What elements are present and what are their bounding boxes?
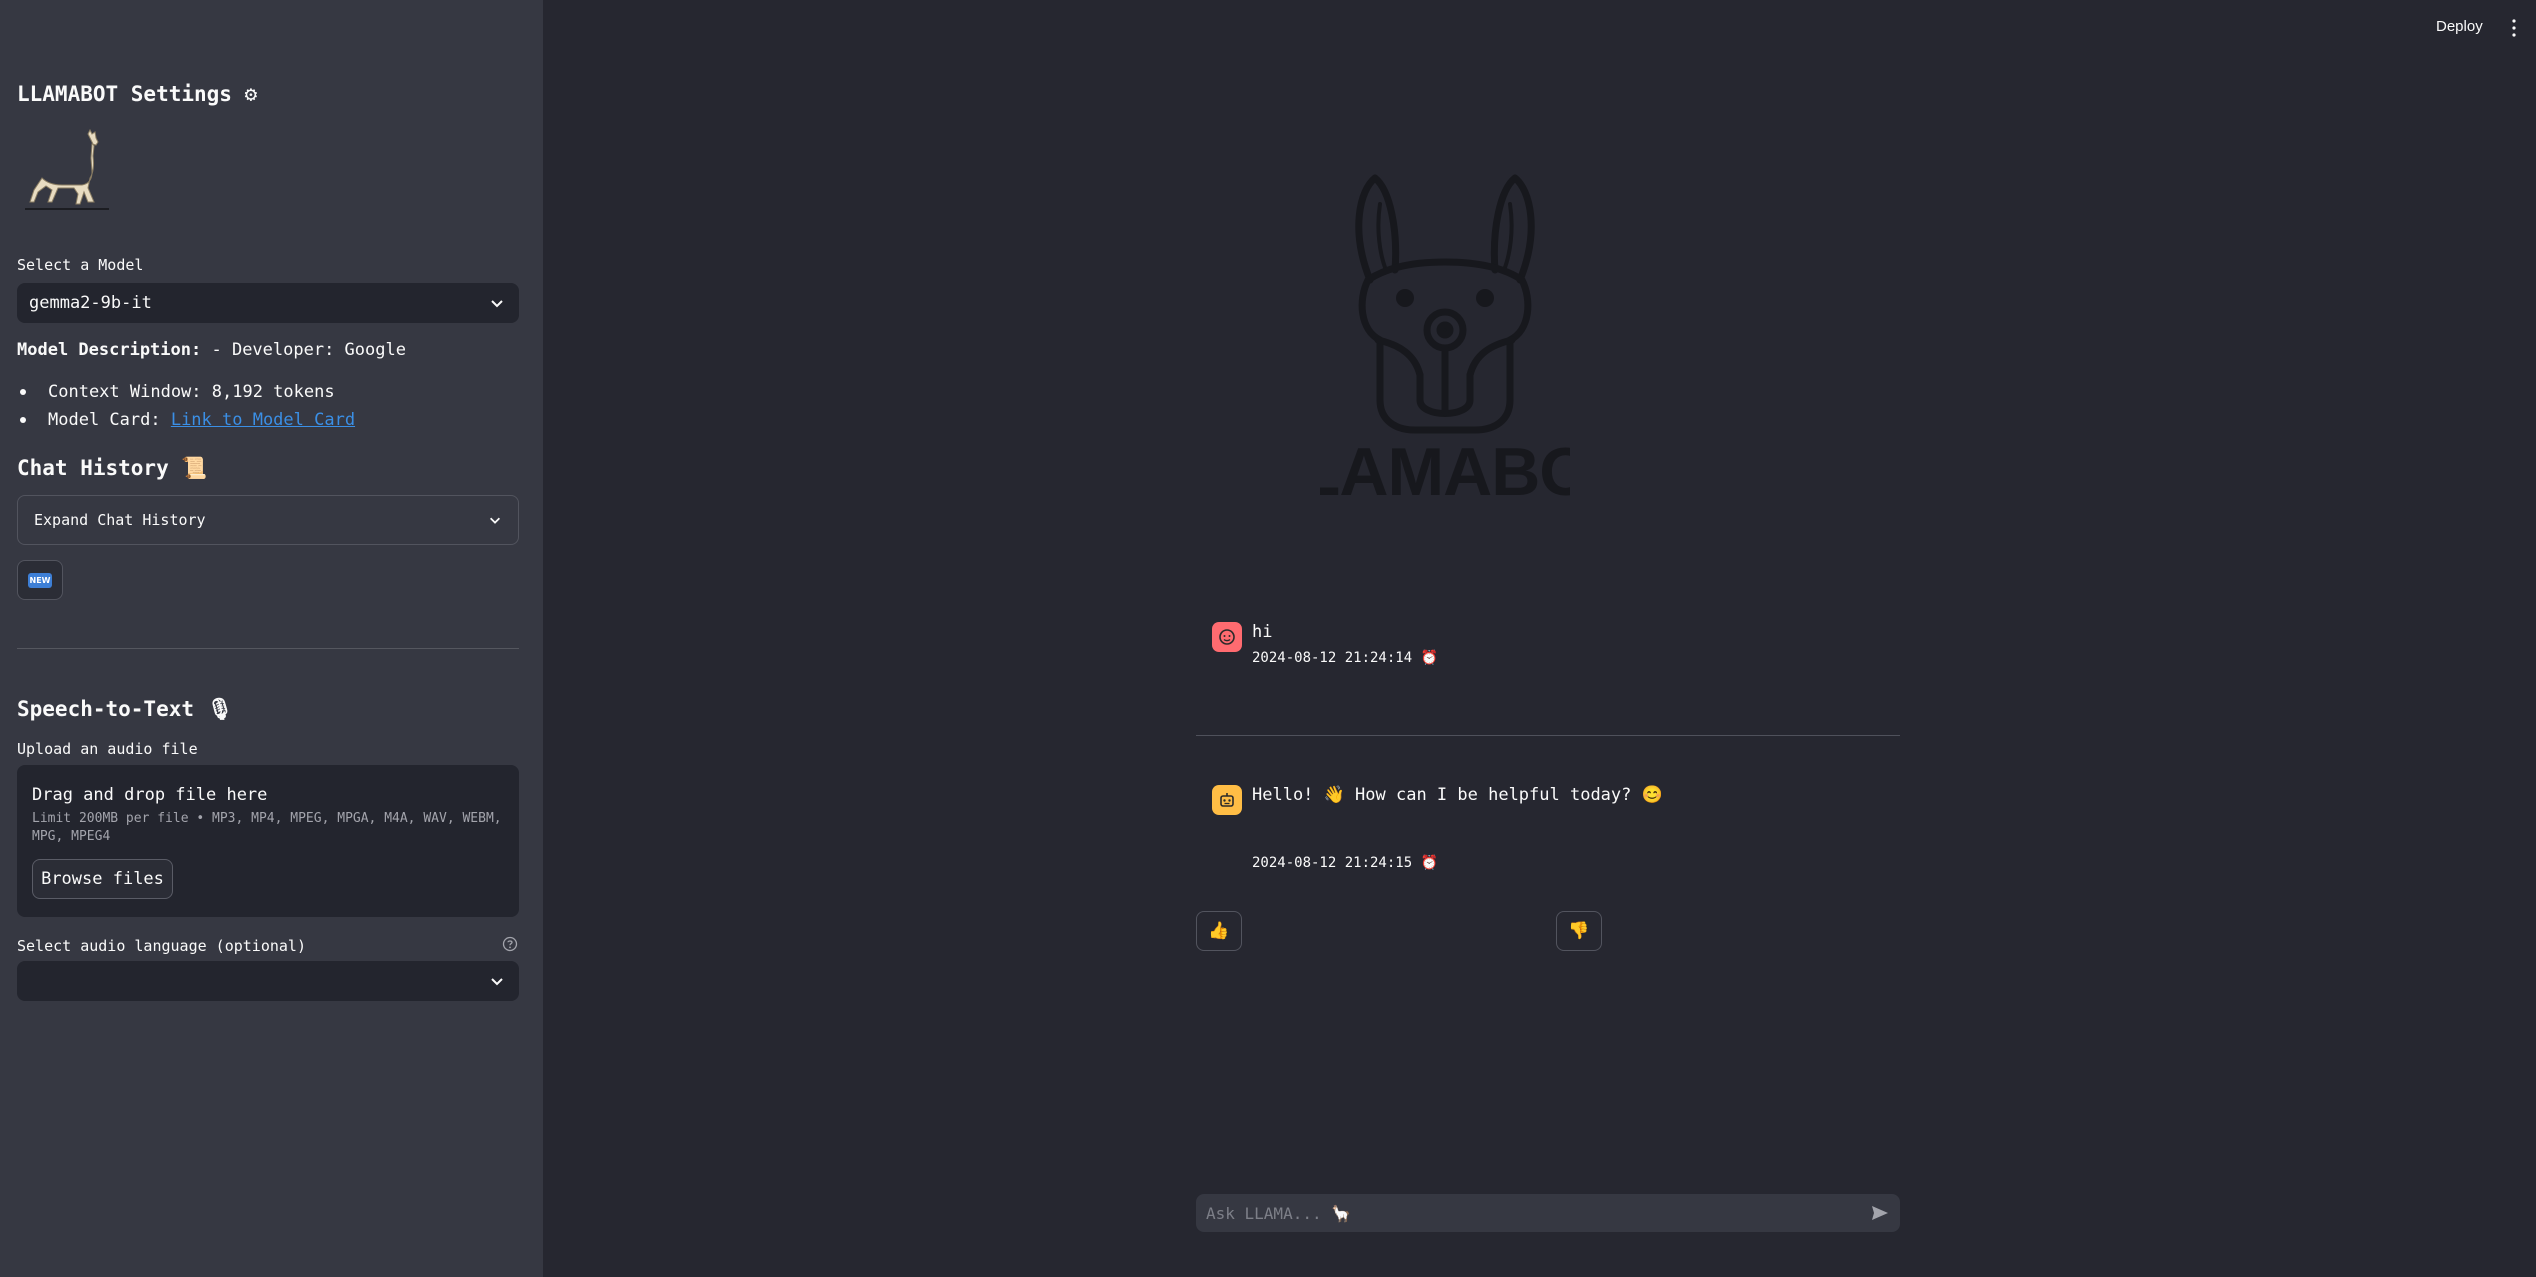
model-select-label: Select a Model bbox=[17, 256, 144, 274]
deploy-button[interactable]: Deploy bbox=[2436, 18, 2483, 35]
thumbs-up-button[interactable]: 👍 bbox=[1196, 911, 1242, 951]
browse-files-button[interactable]: Browse files bbox=[32, 859, 173, 899]
chevron-down-icon bbox=[491, 978, 503, 986]
expand-chat-history-label: Expand Chat History bbox=[34, 511, 206, 529]
model-card-text: Model Card: bbox=[48, 410, 171, 430]
upload-label: Upload an audio file bbox=[17, 740, 198, 758]
model-select-value: gemma2-9b-it bbox=[29, 293, 152, 313]
speech-to-text-title: Speech-to-Text 🎙 bbox=[17, 697, 234, 721]
new-badge-icon: NEW bbox=[27, 572, 53, 588]
chevron-down-icon bbox=[491, 300, 503, 308]
chat-divider bbox=[1196, 735, 1900, 736]
thumbs-down-button[interactable]: 👎 bbox=[1556, 911, 1602, 951]
face-icon bbox=[1212, 622, 1242, 652]
svg-text:LLAMABOT: LLAMABOT bbox=[1320, 434, 1570, 505]
list-item: Model Card: Link to Model Card bbox=[17, 410, 355, 430]
thumbs-down-icon: 👎 bbox=[1568, 921, 1590, 941]
model-description: Model Description: - Developer: Google bbox=[17, 340, 406, 360]
message-timestamp: 2024-08-12 21:24:15 ⏰ bbox=[1252, 855, 1439, 871]
dropzone-limit: Limit 200MB per file • MP3, MP4, MPEG, M… bbox=[32, 811, 502, 844]
model-description-value: - Developer: Google bbox=[211, 340, 406, 360]
expand-chat-history[interactable]: Expand Chat History bbox=[17, 495, 519, 545]
message-timestamp: 2024-08-12 21:24:14 ⏰ bbox=[1252, 650, 1439, 666]
chat-message-user: hi bbox=[1212, 622, 1272, 652]
sidebar: LLAMABOT Settings ⚙ Select a Model gemma… bbox=[0, 0, 543, 1277]
chat-history-title: Chat History 📜 bbox=[17, 456, 208, 480]
help-icon[interactable] bbox=[502, 936, 518, 952]
language-select-label: Select audio language (optional) bbox=[17, 937, 306, 955]
llama-icon bbox=[25, 128, 109, 210]
model-description-label: Model Description: bbox=[17, 340, 202, 360]
message-text: hi bbox=[1252, 622, 1273, 642]
bullet-dot bbox=[20, 389, 26, 395]
thumbs-up-icon: 👍 bbox=[1208, 921, 1230, 941]
chat-input[interactable] bbox=[1206, 1203, 1846, 1223]
dropzone-title: Drag and drop file here bbox=[32, 785, 268, 805]
chat-message-assistant: Hello! 👋 How can I be helpful today? 😊 bbox=[1212, 785, 1663, 815]
context-window-text: Context Window: 8,192 tokens bbox=[48, 382, 335, 402]
chevron-down-icon bbox=[490, 517, 500, 524]
kebab-menu-icon[interactable] bbox=[2508, 18, 2520, 38]
model-select[interactable]: gemma2-9b-it bbox=[17, 283, 519, 323]
llamabot-logo: LLAMABOT bbox=[1320, 174, 1570, 505]
model-card-link[interactable]: Link to Model Card bbox=[171, 410, 355, 430]
send-icon[interactable] bbox=[1870, 1204, 1890, 1222]
list-item: Context Window: 8,192 tokens bbox=[17, 382, 335, 402]
chat-input-container bbox=[1196, 1194, 1900, 1232]
bullet-dot bbox=[20, 417, 26, 423]
file-dropzone[interactable]: Drag and drop file here Limit 200MB per … bbox=[17, 765, 519, 917]
sidebar-title: LLAMABOT Settings ⚙ bbox=[17, 82, 258, 106]
new-chat-button[interactable]: NEW bbox=[17, 560, 63, 600]
language-select[interactable] bbox=[17, 961, 519, 1001]
message-text: Hello! 👋 How can I be helpful today? 😊 bbox=[1252, 785, 1663, 805]
robot-icon bbox=[1212, 785, 1242, 815]
sidebar-divider bbox=[17, 648, 519, 649]
